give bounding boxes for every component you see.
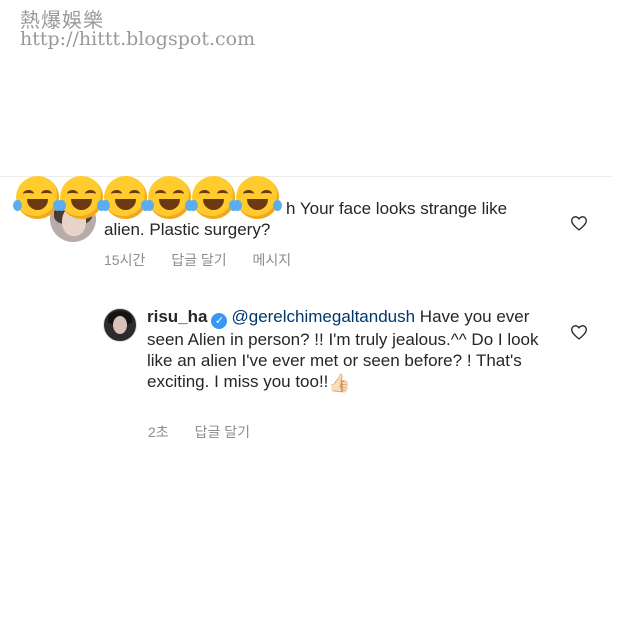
comment-meta: 15시간 답글 달기 메시지 — [104, 250, 313, 270]
reply-button[interactable]: 답글 달기 — [171, 252, 226, 268]
reply-time: 2초 — [148, 424, 169, 440]
reply-username[interactable]: risu_ha — [147, 307, 207, 326]
comment-text-line2: alien. Plastic surgery? — [104, 220, 271, 239]
message-button[interactable]: 메시지 — [253, 252, 292, 268]
mention-link[interactable]: @gerelchimegaltandush — [231, 307, 415, 326]
heart-icon[interactable] — [570, 215, 588, 231]
reply-meta: 2초 답글 달기 — [148, 422, 272, 442]
emoji-overlay — [13, 176, 282, 219]
laughing-tears-emoji-icon — [57, 176, 106, 219]
reply-comment: risu_ha ✓ @gerelchimegaltandush Have you e… — [147, 306, 547, 394]
watermark-url: http://hittt.blogspot.com — [20, 28, 256, 50]
comment-time: 15시간 — [104, 252, 146, 268]
laughing-tears-emoji-icon — [13, 176, 62, 219]
reply-avatar[interactable] — [103, 308, 137, 342]
reply-button[interactable]: 답글 달기 — [195, 424, 250, 440]
comment-text-line1: h Your face looks strange like — [286, 199, 508, 218]
laughing-tears-emoji-icon — [145, 176, 194, 219]
verified-badge-icon: ✓ — [211, 313, 228, 329]
laughing-tears-emoji-icon — [101, 176, 150, 219]
thumbs-up-emoji-icon: 👍🏻 — [328, 373, 351, 393]
heart-icon[interactable] — [570, 324, 588, 340]
laughing-tears-emoji-icon — [189, 176, 238, 219]
laughing-tears-emoji-icon — [233, 176, 282, 219]
